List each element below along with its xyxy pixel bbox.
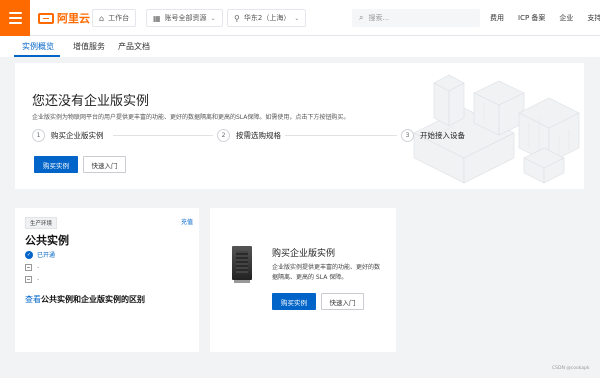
enterprise-card-title: 购买企业版实例 [272,249,336,259]
chevron-down-icon: ⌄ [210,14,216,22]
tab-product-docs[interactable]: 产品文档 [118,41,150,52]
search-placeholder: 搜索... [368,14,390,22]
hero-title: 您还没有企业版实例 [32,94,150,109]
step-number: 1 [32,129,45,142]
hero-description: 企业版实例为物联网平台的用户提供更丰富的功能、更好的数据隔离和更高的SLA保障。… [32,114,350,121]
step-label: 购买企业版实例 [51,131,104,140]
info-row: - [25,264,39,271]
step-1: 1 购买企业版实例 [32,129,104,142]
step-connector [285,135,397,136]
resource-group-label: 账号全部资源 [164,14,207,22]
environment-tag: 生产环境 [25,217,58,229]
tab-instance-overview[interactable]: 实例概览 [22,41,54,52]
no-enterprise-instance-banner: 您还没有企业版实例 企业版实例为物联网平台的用户提供更丰富的功能、更好的数据隔离… [15,63,584,189]
top-navigation-bar: 阿里云 ⌂ 工作台 ▦ 账号全部资源 ⌄ ⚲ 华东2（上海） ⌄ ⌕ 搜索...… [0,0,600,36]
header-link-billing[interactable]: 费用 [490,13,504,23]
buy-instance-button[interactable]: 购买实例 [34,156,78,173]
search-icon: ⌕ [359,13,364,22]
link-text: 公共实例和企业版实例的区别 [41,295,145,304]
watermark: CSDN @cookapk [552,366,590,371]
resource-group-select[interactable]: ▦ 账号全部资源 ⌄ [146,9,223,27]
info-value: - [37,276,40,283]
tab-bar: 实例概览 增值服务 产品文档 [0,36,600,57]
status-badge: ✓ 已开通 [25,250,55,259]
link-prefix: 查看 [25,295,41,304]
search-input[interactable]: ⌕ 搜索... [352,9,480,27]
home-icon: ⌂ [99,13,105,23]
info-row: - [25,276,39,283]
quickstart-button[interactable]: 快速入门 [321,293,364,310]
aliyun-logo[interactable]: 阿里云 [38,11,90,25]
public-instance-card: 生产环境 充值 公共实例 ✓ 已开通 - - 查看公共实例和企业版实例的区别 [15,208,199,352]
step-number: 3 [401,129,414,142]
logo-text: 阿里云 [57,12,90,25]
chevron-down-icon: ⌄ [294,14,300,22]
check-circle-icon: ✓ [25,250,33,259]
region-label: 华东2（上海） [243,14,291,22]
buy-instance-button[interactable]: 购买实例 [272,293,316,310]
recharge-link[interactable]: 充值 [181,217,193,226]
public-instance-title: 公共实例 [25,234,69,247]
enterprise-card-description: 企业版实例提供更丰富的功能、更好的数据隔离、更高的 SLA 保障。 [272,264,381,281]
city-illustration [324,63,584,189]
logo-mark-icon [38,12,54,24]
step-number: 2 [217,129,230,142]
step-connector [113,135,213,136]
quickstart-button[interactable]: 快速入门 [83,156,126,173]
menu-icon[interactable] [0,0,30,36]
region-select[interactable]: ⚲ 华东2（上海） ⌄ [227,9,307,27]
workbench-button[interactable]: ⌂ 工作台 [92,9,137,27]
location-pin-icon: ⚲ [234,13,240,23]
info-icon [25,276,32,283]
header-link-support[interactable]: 支持 [587,13,600,23]
server-icon [232,246,252,283]
header-link-icp[interactable]: ICP 备案 [518,13,545,23]
status-text: 已开通 [37,252,56,259]
step-3: 3 开始接入设备 [401,129,465,142]
active-tab-indicator [14,55,60,57]
step-2: 2 按需选购规格 [217,129,281,142]
tab-value-added-services[interactable]: 增值服务 [73,41,105,52]
step-label: 按需选购规格 [236,131,281,140]
step-label: 开始接入设备 [420,131,465,140]
info-icon [25,264,32,271]
info-value: - [37,264,40,271]
header-links: 费用 ICP 备案 企业 支持 [490,13,600,23]
workbench-label: 工作台 [108,14,130,22]
instance-difference-link[interactable]: 查看公共实例和企业版实例的区别 [25,294,145,305]
enterprise-instance-card: 购买企业版实例 企业版实例提供更丰富的功能、更好的数据隔离、更高的 SLA 保障… [210,208,396,352]
header-link-enterprise[interactable]: 企业 [559,13,573,23]
resource-group-icon: ▦ [153,13,161,23]
